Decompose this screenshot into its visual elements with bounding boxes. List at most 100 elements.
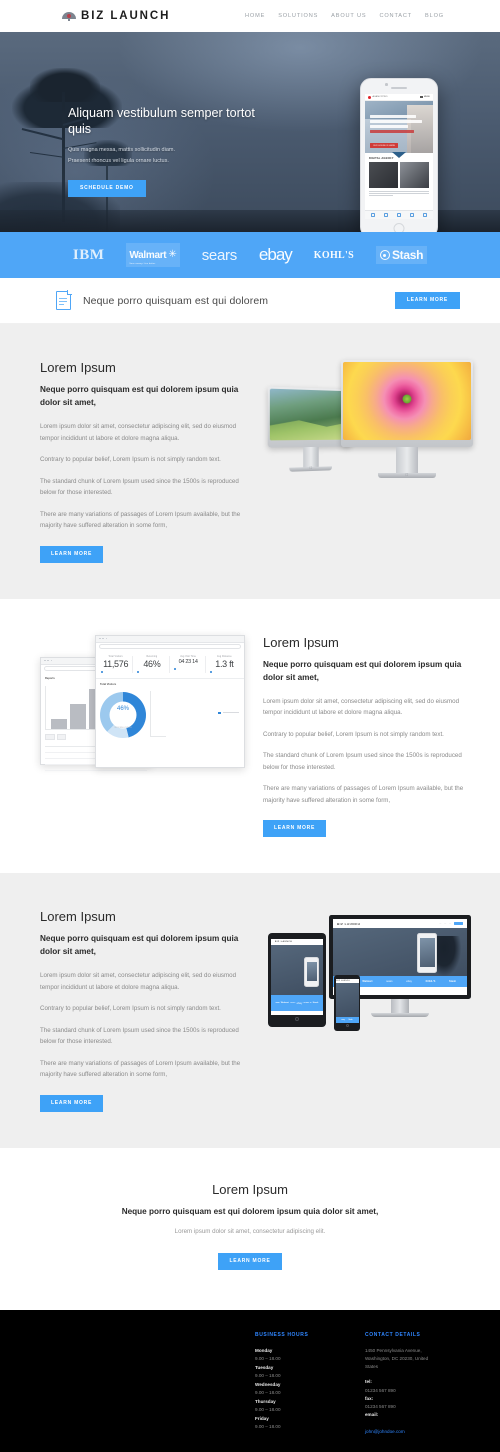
hero-section: Aliquam vestibulum semper tortot quis Qu… <box>0 32 500 232</box>
mockup-brands-bar: IBM Walmart sears ebay KOHL'S Stash <box>271 995 323 1012</box>
imac-secondary:  <box>267 386 352 473</box>
mockup-brand: Stash <box>312 1002 319 1005</box>
address-line-3: States <box>365 1364 379 1370</box>
mockup-nav-link: — <box>444 922 447 925</box>
stat-returning: Returning 46% <box>135 655 170 674</box>
callout-text: Neque porro quisquam est qui dolorem <box>83 294 269 307</box>
address-line-2: Washington, DC 20230, United <box>365 1355 429 1361</box>
apple-logo-icon:  <box>310 464 313 469</box>
fax-value: 01234 567 890 <box>365 1404 396 1410</box>
donut-chart: 46% RETURNING VISITORS <box>100 691 146 738</box>
fax-label: fax: <box>365 1395 374 1401</box>
nav-item-home[interactable]: HOME <box>245 13 265 19</box>
chart-panel-subtitle <box>100 686 240 688</box>
hours-time: 9.00 – 18.00 <box>255 1355 281 1361</box>
nav-item-about-us[interactable]: ABOUT US <box>331 13 366 19</box>
schedule-demo-button[interactable]: SCHEDULE DEMO <box>68 180 146 198</box>
mockup-nav-button <box>454 921 463 926</box>
mockup-brand: Stash <box>449 980 457 984</box>
section-3-text: Lorem Ipsum Neque porro quisquam est qui… <box>40 909 250 1112</box>
hero-copy: Aliquam vestibulum semper tortot quis Qu… <box>68 106 278 198</box>
phone-section-text <box>369 190 429 197</box>
phone-logo-dot-icon <box>368 95 371 99</box>
section-2-paragraph: Contrary to popular belief, Lorem Ipsum … <box>263 730 444 738</box>
brand-logo-ebay: ebay <box>258 245 293 264</box>
mockup-brand: Walmart <box>280 1002 289 1005</box>
analytics-dashboard-image: Reports Total Visitors 11,576 Returning … <box>40 634 245 775</box>
section-2-paragraph: Lorem ipsum dolor sit amet, consectetur … <box>263 697 460 717</box>
filter-tab[interactable] <box>45 733 56 740</box>
hours-day: Friday <box>255 1415 269 1421</box>
phone-menu-button: MENU <box>419 95 430 99</box>
landing-page: BIZ LAUNCH HOME SOLUTIONS ABOUT US CONTA… <box>0 0 500 1452</box>
section-1-subheading: Neque porro quisquam est qui dolorem ips… <box>40 385 239 408</box>
section-2-media: Reports Total Visitors 11,576 Returning … <box>40 634 245 775</box>
walmart-spark-icon: ✳ <box>168 249 177 260</box>
contact-details-heading: CONTACT DETAILS <box>365 1331 421 1338</box>
phone-mockup-small: BIZ LAUNCH ebay Stash <box>334 975 360 1032</box>
callout-learn-more-button[interactable]: LEARN MORE <box>394 292 460 309</box>
nav-item-solutions[interactable]: SOLUTIONS <box>278 13 318 19</box>
section-3-paragraph: Lorem ipsum dolor sit amet, consectetur … <box>40 972 237 991</box>
hero-title: Aliquam vestibulum semper tortot quis <box>68 106 255 136</box>
mockup-brand: ebay <box>296 1001 303 1005</box>
stash-wordmark: Stash <box>391 248 424 262</box>
brand-name: BIZ LAUNCH <box>81 10 171 22</box>
donut-sublabel: RETURNING VISITORS <box>114 727 132 729</box>
bookmarks-icon <box>409 213 414 217</box>
phone-hero-cta: OUR HOUSE IS HERE <box>370 143 399 148</box>
section-2-text: Lorem Ipsum Neque porro quisquam est qui… <box>263 635 473 838</box>
hours-time: 9.00 – 18.00 <box>255 1406 281 1412</box>
filter-tab[interactable] <box>57 733 66 740</box>
cta-learn-more-button[interactable]: LEARN MORE <box>218 1252 282 1270</box>
stat-label: Avg Visit Time <box>180 655 197 658</box>
brand-logo[interactable]: BIZ LAUNCH <box>62 10 170 22</box>
phone-hero-text-lines <box>370 115 422 135</box>
stat-total-visitors: Total Visitors 11,576 <box>99 655 134 674</box>
maximize-icon <box>105 637 108 640</box>
mockup-brand: sears <box>386 980 393 984</box>
nav-item-contact[interactable]: CONTACT <box>379 13 412 19</box>
mockup-site-nav: BIZ LAUNCH — — — <box>333 919 467 929</box>
brand-logo-stash: Stash <box>375 246 428 264</box>
section-3-heading: Lorem Ipsum <box>40 909 116 925</box>
minimize-icon <box>47 659 50 662</box>
section-1-learn-more-button[interactable]: LEARN MORE <box>40 545 104 563</box>
stat-label: Total Visitors <box>108 655 123 658</box>
cta-paragraph: Lorem ipsum dolor sit amet, consectetur … <box>174 1227 326 1235</box>
cta-heading: Lorem Ipsum <box>212 1181 288 1197</box>
nav-item-blog[interactable]: BLOG <box>425 13 444 19</box>
content-section-3: Lorem Ipsum Neque porro quisquam est qui… <box>0 873 500 1148</box>
phone-hero-image: OUR HOUSE IS HERE <box>365 101 433 153</box>
forward-icon <box>384 213 389 217</box>
section-3-learn-more-button[interactable]: LEARN MORE <box>40 1094 104 1112</box>
phone-thumb-image <box>369 162 399 188</box>
content-section-1: Lorem Ipsum Neque porro quisquam est qui… <box>0 324 500 599</box>
mockup-brand: Walmart <box>362 980 373 984</box>
phone-site-nav: AGENCYPRO MENU <box>365 94 433 101</box>
mockup-brand: sears <box>290 1002 296 1005</box>
imac-duo-image:   <box>267 360 473 495</box>
section-3-paragraph: There are many variations of passages of… <box>40 1059 241 1079</box>
email-link[interactable]: john@johndoe.com <box>365 1429 405 1434</box>
walmart-wordmark: Walmart <box>129 250 167 261</box>
maximize-icon <box>50 659 53 662</box>
stat-avg-distance: Avg Distance 1.3 ft <box>208 656 241 674</box>
hours-time: 9.00 – 18.00 <box>255 1389 281 1395</box>
section-2-learn-more-button[interactable]: LEARN MORE <box>263 820 327 838</box>
phone-menu-label: MENU <box>423 95 430 98</box>
mockup-hero <box>335 983 359 1018</box>
phone-site-logo-text: AGENCYPRO <box>372 96 388 98</box>
tree-canopy-decoration <box>30 68 100 102</box>
apple-logo-icon:  <box>406 472 409 477</box>
footer-business-hours: BUSINESS HOURS Monday 9.00 – 18.00 Tuesd… <box>255 1332 337 1438</box>
callout-bar: Neque porro quisquam est qui dolorem LEA… <box>0 278 500 324</box>
brand-logo-sears: sears <box>201 246 237 264</box>
mockup-logo: BIZ LAUNCH <box>336 980 350 982</box>
imac-landscape-wallpaper <box>269 388 350 441</box>
section-3-paragraph: Contrary to popular belief, Lorem Ipsum … <box>40 1005 221 1013</box>
back-icon <box>371 213 376 217</box>
dashboard-window-front: Total Visitors 11,576 Returning 46% Avg … <box>95 634 245 768</box>
hero-subtitle-line-2: Praesent rhoncus vel ligula ornare luctu… <box>68 157 169 164</box>
phone-section: DIGITAL AGENCY <box>365 153 433 197</box>
